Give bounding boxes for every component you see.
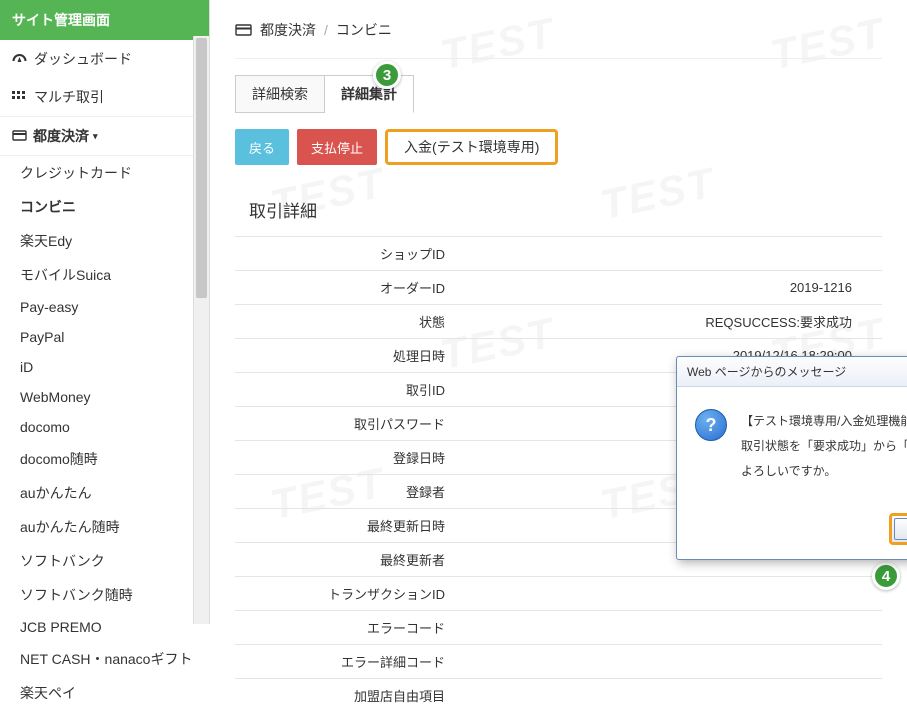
- confirm-dialog: Web ページからのメッセージ ? 【テスト環境専用/入金処理機能】 取引状態を…: [676, 356, 907, 560]
- dialog-titlebar: Web ページからのメッセージ: [677, 357, 907, 387]
- card-icon: [12, 128, 27, 144]
- row-value: [455, 645, 882, 679]
- chevron-down-icon: ▾: [93, 131, 98, 142]
- sidebar-scrollbar[interactable]: [193, 36, 209, 624]
- nav-label: マルチ取引: [34, 87, 104, 107]
- table-row: エラーコード: [235, 611, 882, 645]
- tab-summary[interactable]: 詳細集計: [325, 75, 414, 113]
- sidebar-item-conv[interactable]: コンビニ: [0, 190, 209, 224]
- sidebar-item-webmoney[interactable]: WebMoney: [0, 382, 209, 412]
- table-row: 状態REQSUCCESS:要求成功: [235, 305, 882, 339]
- table-row: オーダーID2019-1216: [235, 271, 882, 305]
- dialog-line2: 取引状態を「要求成功」から「決済完了」に変更します。: [741, 434, 907, 459]
- grid-icon: [12, 91, 28, 103]
- sidebar-item-credit[interactable]: クレジットカード: [0, 156, 209, 190]
- card-icon: [235, 24, 252, 36]
- breadcrumb-a: 都度決済: [260, 20, 316, 40]
- row-label: 取引パスワード: [235, 407, 455, 441]
- dashboard-icon: [12, 53, 28, 66]
- sidebar-item-softbank[interactable]: ソフトバンク: [0, 544, 209, 578]
- ok-button[interactable]: OK: [889, 513, 907, 545]
- row-value: [455, 237, 882, 271]
- row-value: [455, 577, 882, 611]
- step-badge-4: 4: [872, 562, 900, 590]
- row-label: ショップID: [235, 237, 455, 271]
- row-label: エラーコード: [235, 611, 455, 645]
- stop-button[interactable]: 支払停止: [297, 129, 377, 165]
- row-label: エラー詳細コード: [235, 645, 455, 679]
- sidebar-item-softbank-r[interactable]: ソフトバンク随時: [0, 578, 209, 612]
- table-row: ショップID: [235, 237, 882, 271]
- row-label: 状態: [235, 305, 455, 339]
- row-label: 取引ID: [235, 373, 455, 407]
- nav-section-label: 都度決済: [33, 126, 89, 146]
- sidebar-item-edy[interactable]: 楽天Edy: [0, 224, 209, 258]
- dialog-line1: 【テスト環境専用/入金処理機能】: [741, 409, 907, 434]
- deposit-button[interactable]: 入金(テスト環境専用): [385, 129, 558, 165]
- breadcrumb: 都度決済 / コンビニ: [235, 10, 882, 59]
- tabs: 詳細検索 詳細集計 3: [235, 75, 882, 113]
- main-content: TEST TEST TEST TEST TEST TEST TEST TEST …: [210, 0, 907, 624]
- nav-multi[interactable]: マルチ取引: [0, 78, 209, 116]
- nav-label: ダッシュボード: [34, 49, 132, 69]
- sidebar-item-payeasy[interactable]: Pay-easy: [0, 292, 209, 322]
- sidebar-item-id[interactable]: iD: [0, 352, 209, 382]
- row-label: 最終更新者: [235, 543, 455, 577]
- dialog-line3: よろしいですか。: [741, 459, 907, 484]
- sidebar-item-au-r[interactable]: auかんたん随時: [0, 510, 209, 544]
- row-label: トランザクションID: [235, 577, 455, 611]
- row-value: REQSUCCESS:要求成功: [455, 305, 882, 339]
- sidebar-item-docomo-r[interactable]: docomo随時: [0, 442, 209, 476]
- row-label: 登録者: [235, 475, 455, 509]
- row-label: 処理日時: [235, 339, 455, 373]
- sidebar: サイト管理画面 ダッシュボード マルチ取引 都度決済 ▾ クレジットカード コンビ…: [0, 0, 210, 624]
- sidebar-title: サイト管理画面: [0, 0, 209, 40]
- dialog-title-text: Web ページからのメッセージ: [687, 363, 846, 380]
- dialog-footer: OK キャンセル: [677, 503, 907, 559]
- sidebar-item-jcb[interactable]: JCB PREMO: [0, 612, 209, 642]
- row-label: 最終更新日時: [235, 509, 455, 543]
- table-row: トランザクションID: [235, 577, 882, 611]
- question-icon: ?: [695, 409, 727, 485]
- table-row: 加盟店自由項目: [235, 679, 882, 712]
- sidebar-item-netcash[interactable]: NET CASH・nanacoギフト: [0, 642, 209, 676]
- breadcrumb-b: コンビニ: [336, 20, 392, 40]
- row-value: [455, 679, 882, 712]
- scroll-thumb[interactable]: [196, 38, 207, 298]
- row-label: オーダーID: [235, 271, 455, 305]
- tab-search[interactable]: 詳細検索: [235, 75, 325, 113]
- step-badge-3: 3: [373, 61, 401, 89]
- sidebar-item-docomo[interactable]: docomo: [0, 412, 209, 442]
- back-button[interactable]: 戻る: [235, 129, 289, 165]
- row-value: [455, 611, 882, 645]
- dialog-message: 【テスト環境専用/入金処理機能】 取引状態を「要求成功」から「決済完了」に変更し…: [741, 409, 907, 485]
- sidebar-item-suica[interactable]: モバイルSuica: [0, 258, 209, 292]
- row-label: 登録日時: [235, 441, 455, 475]
- row-label: 加盟店自由項目: [235, 679, 455, 712]
- row-value: 2019-1216: [455, 271, 882, 305]
- sidebar-item-paypal[interactable]: PayPal: [0, 322, 209, 352]
- breadcrumb-sep: /: [324, 22, 328, 38]
- section-title: 取引詳細: [235, 189, 882, 236]
- table-row: エラー詳細コード: [235, 645, 882, 679]
- sidebar-item-au[interactable]: auかんたん: [0, 476, 209, 510]
- sidebar-item-rakuten[interactable]: 楽天ペイ: [0, 676, 209, 710]
- nav-section-payments[interactable]: 都度決済 ▾: [0, 116, 209, 156]
- toolbar: 戻る 支払停止 入金(テスト環境専用): [235, 129, 882, 165]
- nav-dashboard[interactable]: ダッシュボード: [0, 40, 209, 78]
